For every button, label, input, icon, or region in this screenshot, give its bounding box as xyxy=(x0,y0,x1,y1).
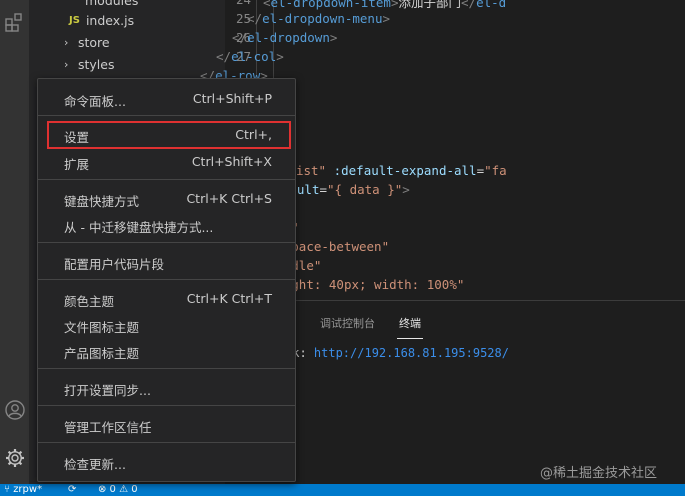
code-token: </ xyxy=(461,0,477,10)
menu-item-label: 检查更新... xyxy=(64,457,126,472)
code-line[interactable]: 27 </el-col> xyxy=(216,49,685,68)
menu-separator xyxy=(38,279,295,280)
menu-item-label: 管理工作区信任 xyxy=(64,420,152,435)
menu-item-label: 命令面板... xyxy=(64,94,126,109)
account-icon[interactable] xyxy=(3,398,27,422)
source-control-icon: ⑂ xyxy=(4,484,14,495)
menu-item[interactable]: 扩展 Ctrl+Shift+X xyxy=(38,149,297,175)
annotation-highlight-box xyxy=(47,121,291,149)
tree-item-label: store xyxy=(78,34,110,50)
tree-item-label: styles xyxy=(78,56,115,72)
extensions-icon[interactable] xyxy=(3,10,27,34)
code-token: > xyxy=(329,30,338,45)
menu-separator xyxy=(38,405,295,406)
menu-item[interactable]: 颜色主题 Ctrl+K Ctrl+T xyxy=(38,286,297,312)
branch-name: zrpw* xyxy=(13,484,43,495)
code-token: "fa xyxy=(484,163,507,178)
code-token: </ xyxy=(247,11,263,26)
tree-item-index-js[interactable]: JS index.js xyxy=(69,10,134,30)
code-line[interactable]: 26 </el-dropdown> xyxy=(225,30,685,49)
menu-item-label: 产品图标主题 xyxy=(64,346,140,361)
menu-separator xyxy=(38,442,295,443)
menu-separator xyxy=(38,368,295,369)
code-text: </el-col> xyxy=(216,49,284,64)
watermark: @稀土掘金技术社区 xyxy=(540,466,658,481)
menu-item[interactable]: 产品图标主题 xyxy=(38,338,297,364)
menu-item[interactable]: 键盘快捷方式 Ctrl+K Ctrl+S xyxy=(38,186,297,212)
code-line[interactable]: 24<el-dropdown-item>添加子部门</el-d xyxy=(225,0,685,11)
tab-terminal[interactable]: 终端 xyxy=(397,315,423,339)
code-token: </ xyxy=(232,30,248,45)
code-token: 添加子部门 xyxy=(398,0,461,10)
menu-separator xyxy=(38,115,295,116)
line-number: 24 xyxy=(225,0,251,7)
code-token: :default-expand-all xyxy=(326,163,477,178)
code-token: </ xyxy=(216,49,232,64)
menu-item-label: 打开设置同步... xyxy=(64,383,151,398)
chevron-right-icon: › xyxy=(64,35,69,49)
chevron-right-icon: › xyxy=(64,57,69,71)
code-token: el-dropdown-menu xyxy=(262,11,383,26)
menu-separator xyxy=(38,242,295,243)
code-token: el-dropdown xyxy=(247,30,330,45)
code-text: <el-dropdown-item>添加子部门</el-d xyxy=(263,0,506,11)
branch-status[interactable]: ⑂ zrpw* xyxy=(4,484,42,496)
terminal-url-link[interactable]: http://192.168.81.195:9528/ xyxy=(314,346,509,360)
menu-item-label: 键盘快捷方式 xyxy=(64,194,140,209)
menu-item-label: 扩展 xyxy=(64,157,90,172)
menu-item[interactable]: 管理工作区信任 xyxy=(38,412,297,438)
menu-item[interactable]: 命令面板... Ctrl+Shift+P xyxy=(38,86,297,112)
code-token: > xyxy=(402,182,410,197)
code-text: </el-dropdown-menu> xyxy=(247,11,390,26)
menu-item-shortcut: Ctrl+K Ctrl+T xyxy=(186,291,272,306)
gear-icon[interactable] xyxy=(3,446,27,470)
code-token: el-col xyxy=(231,49,277,64)
terminal-output: rk: http://192.168.81.195:9528/ xyxy=(285,346,509,360)
code-token: = xyxy=(319,182,328,197)
code-text: </el-dropdown> xyxy=(232,30,337,45)
code-token: el-dropdown-item xyxy=(270,0,391,10)
menu-item-label: 从 - 中迁移键盘快捷方式... xyxy=(64,220,214,235)
tree-item-store[interactable]: › store xyxy=(64,32,110,52)
code-token: < xyxy=(263,0,271,10)
code-token: > xyxy=(382,11,391,26)
menu-separator xyxy=(38,179,295,180)
status-bar: ⑂ zrpw* ⟳ ⊗ 0 ⚠ 0 xyxy=(0,484,685,496)
tab-debug-console[interactable]: 调试控制台 xyxy=(320,315,375,331)
sync-icon[interactable]: ⟳ xyxy=(68,484,76,496)
tree-item-label: index.js xyxy=(85,12,135,28)
code-token: "{ data }" xyxy=(327,182,403,197)
menu-item[interactable]: 检查更新... xyxy=(38,449,297,475)
menu-item[interactable]: 文件图标主题 xyxy=(38,312,297,338)
code-line[interactable]: 25 </el-dropdown-menu> xyxy=(225,11,685,30)
problems-status[interactable]: ⊗ 0 ⚠ 0 xyxy=(98,484,138,496)
menu-item[interactable]: 打开设置同步... xyxy=(38,375,297,401)
tree-item-modules[interactable]: modules xyxy=(85,0,138,10)
activity-bar xyxy=(0,0,29,484)
menu-item[interactable]: 从 - 中迁移键盘快捷方式... xyxy=(38,212,297,238)
menu-item-shortcut: Ctrl+Shift+P xyxy=(192,91,272,106)
menu-item-shortcut: Ctrl+Shift+X xyxy=(191,154,272,169)
menu-item-label: 颜色主题 xyxy=(64,294,115,309)
menu-item[interactable]: 配置用户代码片段 xyxy=(38,249,297,275)
code-token: > xyxy=(276,49,284,64)
menu-item-label: 文件图标主题 xyxy=(64,320,140,335)
menu-item-label: 配置用户代码片段 xyxy=(64,257,165,272)
tree-item-label: modules xyxy=(85,0,139,8)
menu-item-shortcut: Ctrl+K Ctrl+S xyxy=(186,191,272,206)
tree-item-styles[interactable]: › styles xyxy=(64,54,115,74)
code-token: = xyxy=(476,163,485,178)
javascript-file-icon: JS xyxy=(69,14,80,26)
code-token: el-d xyxy=(476,0,507,10)
